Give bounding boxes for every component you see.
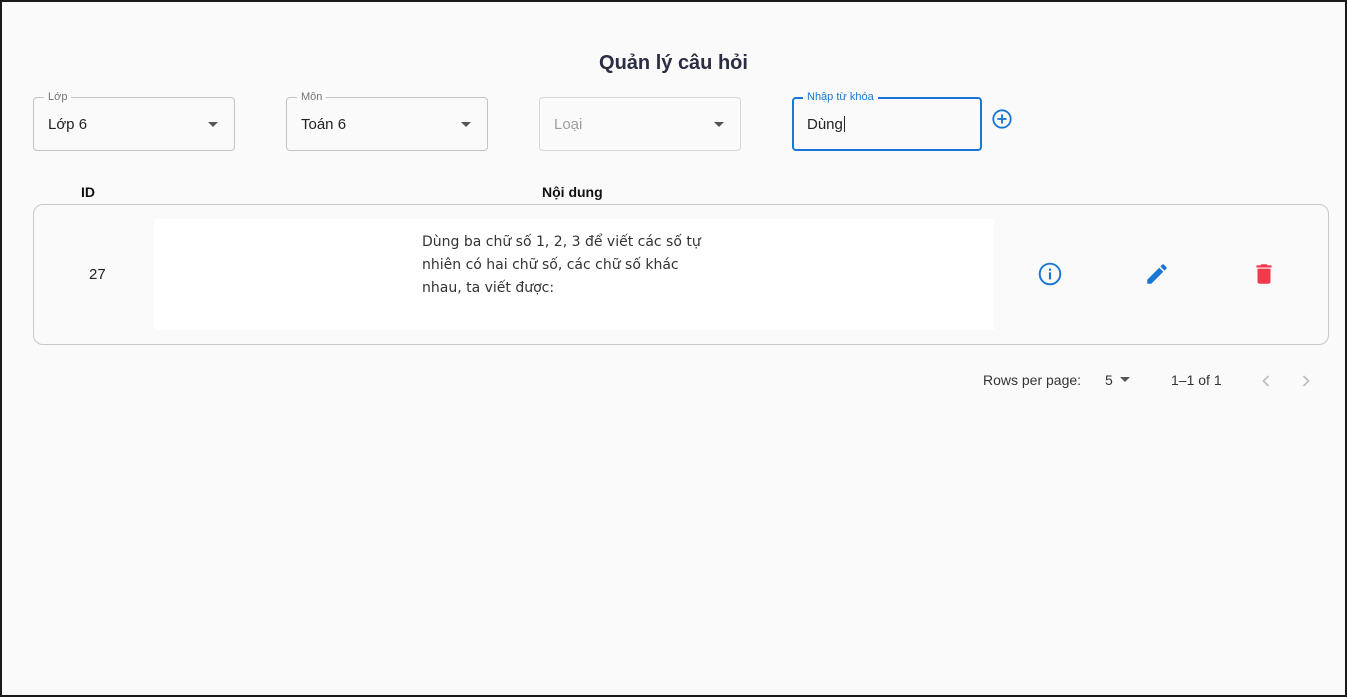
rows-per-page-value: 5 xyxy=(1105,372,1113,388)
table-row: 27 Dùng ba chữ số 1, 2, 3 để viết các số… xyxy=(33,204,1329,345)
class-select[interactable]: Lớp Lớp 6 xyxy=(33,90,235,151)
pagination-range: 1–1 of 1 xyxy=(1171,372,1222,388)
page-title: Quản lý câu hỏi xyxy=(599,52,748,74)
text-cursor xyxy=(843,116,845,132)
type-select[interactable]: Loại xyxy=(539,97,741,151)
row-id: 27 xyxy=(89,266,106,283)
column-header-id: ID xyxy=(81,184,95,200)
question-content-text: Dùng ba chữ số 1, 2, 3 để viết các số tự… xyxy=(422,234,701,296)
delete-icon[interactable] xyxy=(1251,261,1277,287)
question-content-box: Dùng ba chữ số 1, 2, 3 để viết các số tự… xyxy=(154,219,994,330)
rows-per-page-label: Rows per page: xyxy=(983,372,1082,388)
keyword-search-label: Nhập từ khóa xyxy=(803,90,878,104)
type-select-placeholder: Loại xyxy=(554,116,583,133)
app-window: Quản lý câu hỏi Lớp Lớp 6 Môn Toán 6 Loạ… xyxy=(0,0,1347,697)
rows-per-page-select[interactable]: 5 xyxy=(1105,372,1130,388)
chevron-down-icon xyxy=(461,122,471,127)
add-circle-icon[interactable] xyxy=(991,108,1013,130)
chevron-right-icon[interactable] xyxy=(1296,371,1316,391)
column-header-content: Nội dung xyxy=(542,184,603,200)
subject-select[interactable]: Môn Toán 6 xyxy=(286,90,488,151)
chevron-left-icon[interactable] xyxy=(1256,371,1276,391)
info-icon[interactable] xyxy=(1037,261,1063,287)
edit-icon[interactable] xyxy=(1144,261,1170,287)
chevron-down-icon xyxy=(208,122,218,127)
class-select-label: Lớp xyxy=(44,90,72,104)
chevron-down-icon xyxy=(1119,377,1130,382)
subject-select-value: Toán 6 xyxy=(301,116,347,133)
keyword-search-input[interactable]: Dùng xyxy=(807,116,845,133)
class-select-value: Lớp 6 xyxy=(48,116,88,133)
keyword-search-field[interactable]: Nhập từ khóa Dùng xyxy=(792,90,982,151)
chevron-down-icon xyxy=(714,122,724,127)
subject-select-label: Môn xyxy=(297,90,327,104)
keyword-search-value: Dùng xyxy=(807,116,843,133)
